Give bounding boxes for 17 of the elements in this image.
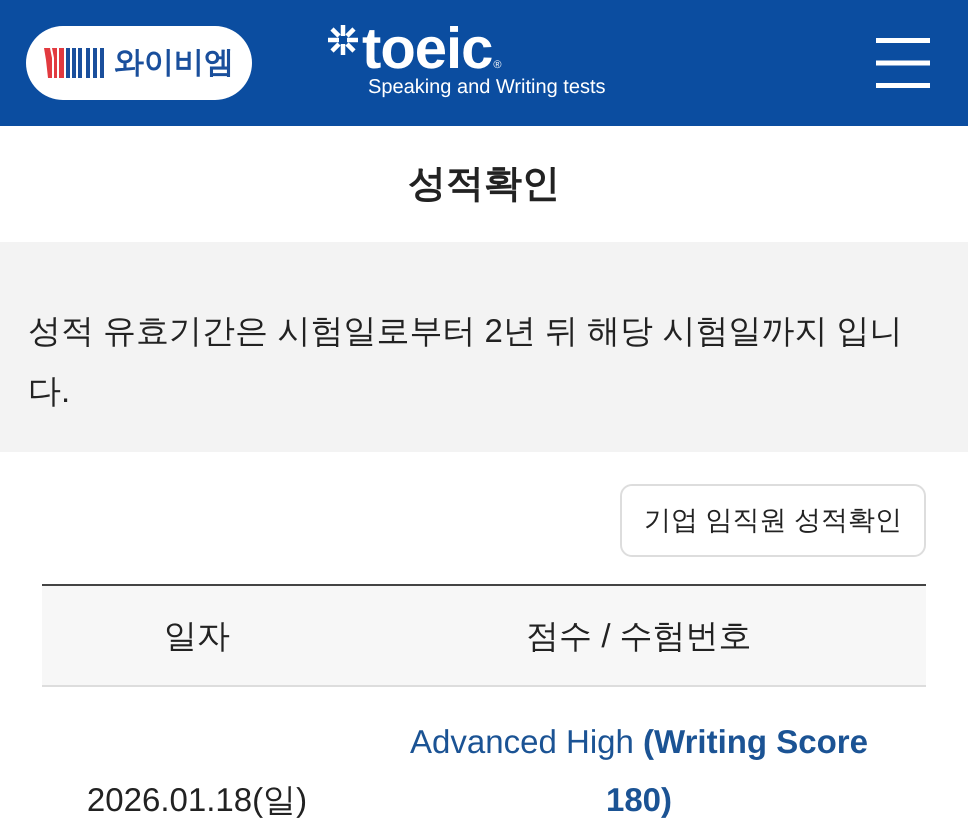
asterisk-icon xyxy=(328,25,358,55)
brand-name: toeic xyxy=(362,23,492,75)
corporate-score-button[interactable]: 기업 임직원 성적확인 xyxy=(620,484,926,557)
tagline: Speaking and Writing tests xyxy=(368,77,606,97)
column-header: 점수 / 수험번호 xyxy=(525,619,753,652)
logo-text: 와이비엠 xyxy=(114,48,234,78)
registered-mark: ® xyxy=(493,58,502,72)
menu-icon xyxy=(876,38,930,88)
ybm-logo[interactable]: 와이비엠 xyxy=(26,26,252,100)
notice-text: 성적 유효기간은 시험일로부터 2년 뒤 해당 시험일까지 입니다. xyxy=(28,311,904,411)
brand-mark-icon xyxy=(44,48,106,78)
page-title: 성적확인 xyxy=(408,165,560,203)
menu-button[interactable] xyxy=(876,38,930,88)
column-header: 일자 xyxy=(163,619,231,652)
date-cell-text: 2026.01.18(일) xyxy=(86,780,308,820)
score-cell-text: Advanced High (Writing Score 180) xyxy=(409,722,869,820)
toeic-logo[interactable]: toeic® Speaking and Writing tests xyxy=(328,23,606,97)
